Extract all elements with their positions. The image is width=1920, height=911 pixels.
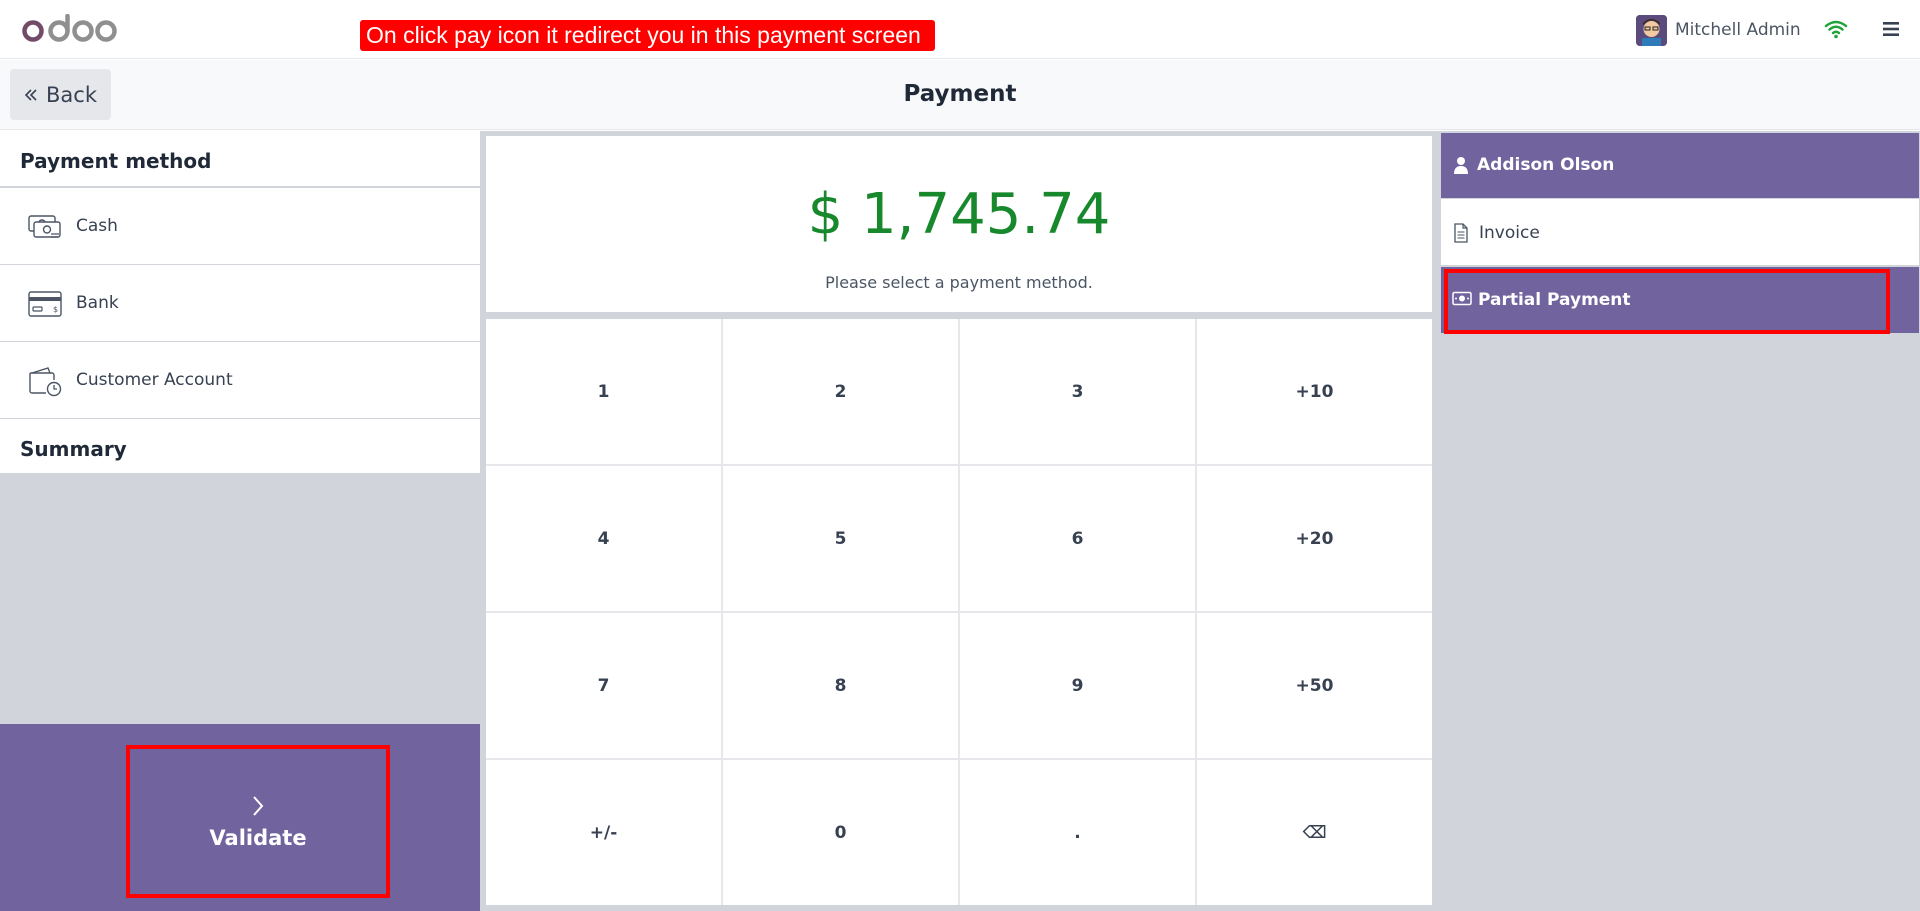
numpad-key-plus-minus[interactable]: +/- <box>486 760 721 905</box>
customer-button[interactable]: Addison Olson <box>1441 133 1919 198</box>
payment-method-title: Payment method <box>20 149 212 173</box>
numpad-key-8[interactable]: 8 <box>723 613 958 758</box>
wifi-icon[interactable] <box>1824 19 1848 39</box>
payment-method-label: Cash <box>76 216 118 236</box>
numpad-key-0[interactable]: 0 <box>723 760 958 905</box>
partial-payment-label: Partial Payment <box>1478 290 1631 310</box>
odoo-logo[interactable] <box>22 11 118 47</box>
numpad-key-4[interactable]: 4 <box>486 466 721 611</box>
summary-title: Summary <box>20 437 127 461</box>
bank-card-icon: $ <box>28 291 62 317</box>
invoice-label: Invoice <box>1479 223 1540 243</box>
validate-button[interactable]: Validate <box>126 745 390 898</box>
payment-method-customer-account[interactable]: Customer Account <box>0 342 480 419</box>
numpad-key-plus-10[interactable]: +10 <box>1197 319 1432 464</box>
hamburger-menu-icon[interactable] <box>1880 18 1902 40</box>
page-title: Payment <box>903 81 1017 107</box>
payment-method-header: Payment method <box>0 131 480 187</box>
svg-text:$: $ <box>53 305 58 314</box>
numpad-key-2[interactable]: 2 <box>723 319 958 464</box>
numpad-key-plus-50[interactable]: +50 <box>1197 613 1432 758</box>
numpad-key-5[interactable]: 5 <box>723 466 958 611</box>
amount-display: $ 1,745.74 Please select a payment metho… <box>486 136 1432 312</box>
chevron-right-icon <box>253 795 264 816</box>
payment-header: Payment Back <box>0 60 1920 130</box>
invoice-button[interactable]: Invoice <box>1441 199 1919 265</box>
total-amount: $ 1,745.74 <box>807 182 1111 247</box>
back-button[interactable]: Back <box>10 69 111 120</box>
numpad-key-9[interactable]: 9 <box>960 613 1195 758</box>
payment-method-cash[interactable]: Cash <box>0 188 480 265</box>
cash-icon <box>28 215 61 238</box>
back-label: Back <box>46 82 97 107</box>
numpad: 1 2 3 +10 4 5 6 +20 7 8 9 +50 +/- 0 . ⌫ <box>486 319 1432 905</box>
payment-method-bank[interactable]: $ Bank <box>0 265 480 342</box>
odoo-logo-icon <box>22 14 117 42</box>
payment-options-panel: Addison Olson Invoice Partial Payment <box>1440 131 1920 911</box>
user-menu[interactable]: Mitchell Admin <box>1636 14 1801 46</box>
numpad-key-decimal[interactable]: . <box>960 760 1195 905</box>
customer-name: Addison Olson <box>1477 155 1615 175</box>
payment-hint: Please select a payment method. <box>825 273 1093 292</box>
money-bill-icon <box>1452 291 1472 306</box>
double-chevron-left-icon <box>24 88 37 101</box>
numpad-key-3[interactable]: 3 <box>960 319 1195 464</box>
numpad-key-7[interactable]: 7 <box>486 613 721 758</box>
partial-payment-button[interactable]: Partial Payment <box>1441 267 1919 333</box>
summary-header: Summary <box>0 419 480 475</box>
validate-label: Validate <box>209 825 307 850</box>
numpad-key-1[interactable]: 1 <box>486 319 721 464</box>
numpad-key-plus-20[interactable]: +20 <box>1197 466 1432 611</box>
user-name: Mitchell Admin <box>1675 20 1801 40</box>
top-navbar: On click pay icon it redirect you in thi… <box>0 0 1920 59</box>
annotation-label: On click pay icon it redirect you in thi… <box>360 20 935 51</box>
payment-method-label: Bank <box>76 293 119 313</box>
numpad-key-6[interactable]: 6 <box>960 466 1195 611</box>
payment-center-panel: $ 1,745.74 Please select a payment metho… <box>480 131 1440 911</box>
payment-method-label: Customer Account <box>76 370 233 390</box>
numpad-key-backspace[interactable]: ⌫ <box>1197 760 1432 905</box>
wallet-clock-icon <box>29 367 62 397</box>
user-icon <box>1454 157 1468 174</box>
document-icon <box>1454 223 1468 243</box>
avatar <box>1636 14 1667 46</box>
